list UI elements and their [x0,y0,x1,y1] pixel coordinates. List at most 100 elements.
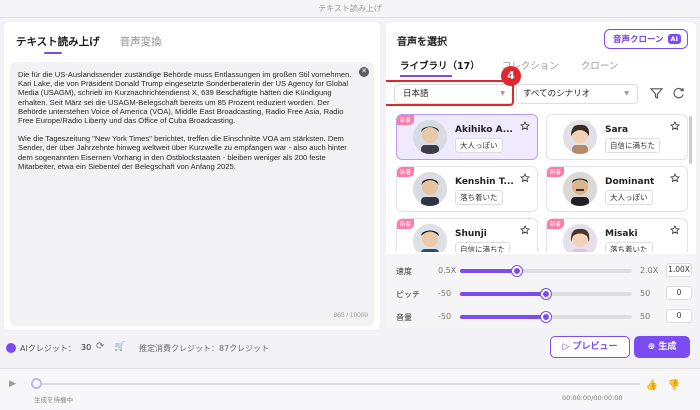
text-panel: テキスト読み上げ 音声変換 Die für die US-Auslandssen… [4,22,380,330]
play-outline-icon: ▷ [562,342,573,352]
window-title: テキスト読み上げ [0,0,700,18]
voice-card[interactable]: 新着 Kenshin T... 落ち着いた [396,166,538,212]
credit-icon [6,343,16,353]
new-tag: 新着 [397,167,415,177]
volume-value[interactable]: 0 [666,309,692,323]
text-paragraph: Die für die US-Auslandssender zuständige… [18,70,352,126]
pitch-value[interactable]: 0 [666,286,692,300]
chevron-down-icon: ▼ [624,90,629,97]
audio-player: ▶ 生成を待機中 00:00:00/00:00:00 👍 👎 [0,368,700,410]
speed-control: 速度 0.5X 2.0X 1.00X [396,263,692,278]
preview-button[interactable]: ▷ プレビュー [550,336,630,358]
speed-max: 2.0X [640,266,659,275]
volume-control: 音量 -50 50 0 [396,309,692,324]
voice-style-tag: 大人っぽい [455,138,503,153]
mode-tabs: テキスト読み上げ 音声変換 [16,34,162,54]
tab-clone[interactable]: クローン [581,58,619,72]
playback-time: 00:00:00/00:00:00 [562,394,623,402]
voice-name: Dominant [605,177,655,187]
text-paragraph: Wie die Tageszeitung "New York Times" be… [18,134,347,171]
slider-knob[interactable] [541,289,551,299]
tab-label: テキスト読み上げ [16,36,100,48]
tab-label: ライブラリ（17） [400,61,480,72]
cart-icon[interactable]: 🛒 [114,342,125,352]
clear-text-icon[interactable]: ✕ [359,67,369,77]
voice-name: Misaki [605,229,638,239]
slider-fill [460,269,517,273]
character-counter: 865 / 10000 [333,311,368,319]
avatar [413,224,447,252]
ai-badge: AI [667,34,681,44]
thumbs-up-icon[interactable]: 👍 [644,380,660,396]
voice-clone-button[interactable]: 音声クローン AI [603,29,688,49]
speed-slider[interactable] [460,266,632,276]
voice-card[interactable]: 新着 Dominant 大人っぽい [546,166,688,212]
speed-value[interactable]: 1.00X [666,263,692,277]
pitch-label: ピッチ [396,290,420,299]
voice-panel: 音声を選択 音声クローン AI ライブラリ（17） コレクション クローン 日本… [386,22,696,328]
refresh-credit-icon[interactable]: ⟳ [96,341,104,352]
tab-label: 音声変換 [119,36,162,48]
scenario-select[interactable]: すべてのシナリオ ▼ [516,84,638,104]
voice-list-scrollbar[interactable] [689,116,692,164]
clone-button-label: 音声クローン [612,35,664,45]
volume-min: -50 [438,312,452,321]
speed-label: 速度 [396,267,412,276]
voice-style-tag: 自信に満ちた [455,242,510,252]
star-icon[interactable] [520,121,530,131]
filter-icon[interactable] [650,87,663,100]
voice-grid: 新着 Akihiko A... 大人っぽい Sara 自信に満ちた 新着 Ken… [396,114,692,252]
play-icon[interactable]: ▶ [9,379,16,389]
scenario-value: すべてのシナリオ [523,89,591,99]
voice-controls: 速度 0.5X 2.0X 1.00X ピッチ -50 50 0 音量 -50 5… [386,254,696,328]
voice-name: Kenshin T... [455,177,514,187]
pitch-min: -50 [438,289,452,298]
thumbs-down-icon[interactable]: 👎 [666,380,682,396]
avatar [563,120,597,154]
tab-voice-changer[interactable]: 音声変換 [120,34,162,49]
generate-label: 生成 [658,342,677,352]
plus-circle-icon: ⊕ [647,342,659,352]
slider-fill [460,292,546,296]
voice-name: Akihiko A... [455,125,513,135]
star-icon[interactable] [520,173,530,183]
tab-text-to-speech[interactable]: テキスト読み上げ [16,34,100,54]
volume-slider[interactable] [460,312,632,322]
voice-panel-title: 音声を選択 [397,37,447,48]
star-icon[interactable] [670,173,680,183]
estimated-credit: 推定消費クレジット：87クレジット [139,344,270,353]
new-tag: 新着 [397,219,415,229]
star-icon[interactable] [670,121,680,131]
avatar [413,172,447,206]
playback-status: 生成を待機中 [34,396,73,404]
credit-label: AIクレジット： [20,344,76,353]
generate-button[interactable]: ⊕ 生成 [634,336,690,358]
tab-underline [44,52,62,54]
star-icon[interactable] [670,225,680,235]
new-tag: 新着 [547,219,565,229]
tab-library[interactable]: ライブラリ（17） [400,58,480,77]
volume-label: 音量 [396,313,412,322]
voice-card[interactable]: 新着 Shunji 自信に満ちた [396,218,538,252]
refresh-icon[interactable] [672,87,685,100]
avatar [413,120,447,154]
voice-style-tag: 自信に満ちた [605,138,660,153]
preview-label: プレビュー [572,342,618,352]
playback-progress[interactable] [36,383,640,385]
voice-card[interactable]: 新着 Akihiko A... 大人っぽい [396,114,538,160]
speed-min: 0.5X [438,266,457,275]
voice-name: Shunji [455,229,487,239]
progress-knob[interactable] [31,378,42,389]
tab-underline [400,75,452,77]
avatar [563,172,597,206]
voice-card[interactable]: 新着 Misaki 落ち着いた [546,218,688,252]
voice-name: Sara [605,125,629,135]
new-tag: 新着 [547,167,565,177]
tab-label: クローン [580,61,619,72]
slider-knob[interactable] [541,312,551,322]
star-icon[interactable] [520,225,530,235]
voice-card[interactable]: Sara 自信に満ちた [546,114,688,160]
pitch-slider[interactable] [460,289,632,299]
script-textarea[interactable]: Die für die US-Auslandssender zuständige… [10,62,374,326]
slider-knob[interactable] [511,266,522,276]
